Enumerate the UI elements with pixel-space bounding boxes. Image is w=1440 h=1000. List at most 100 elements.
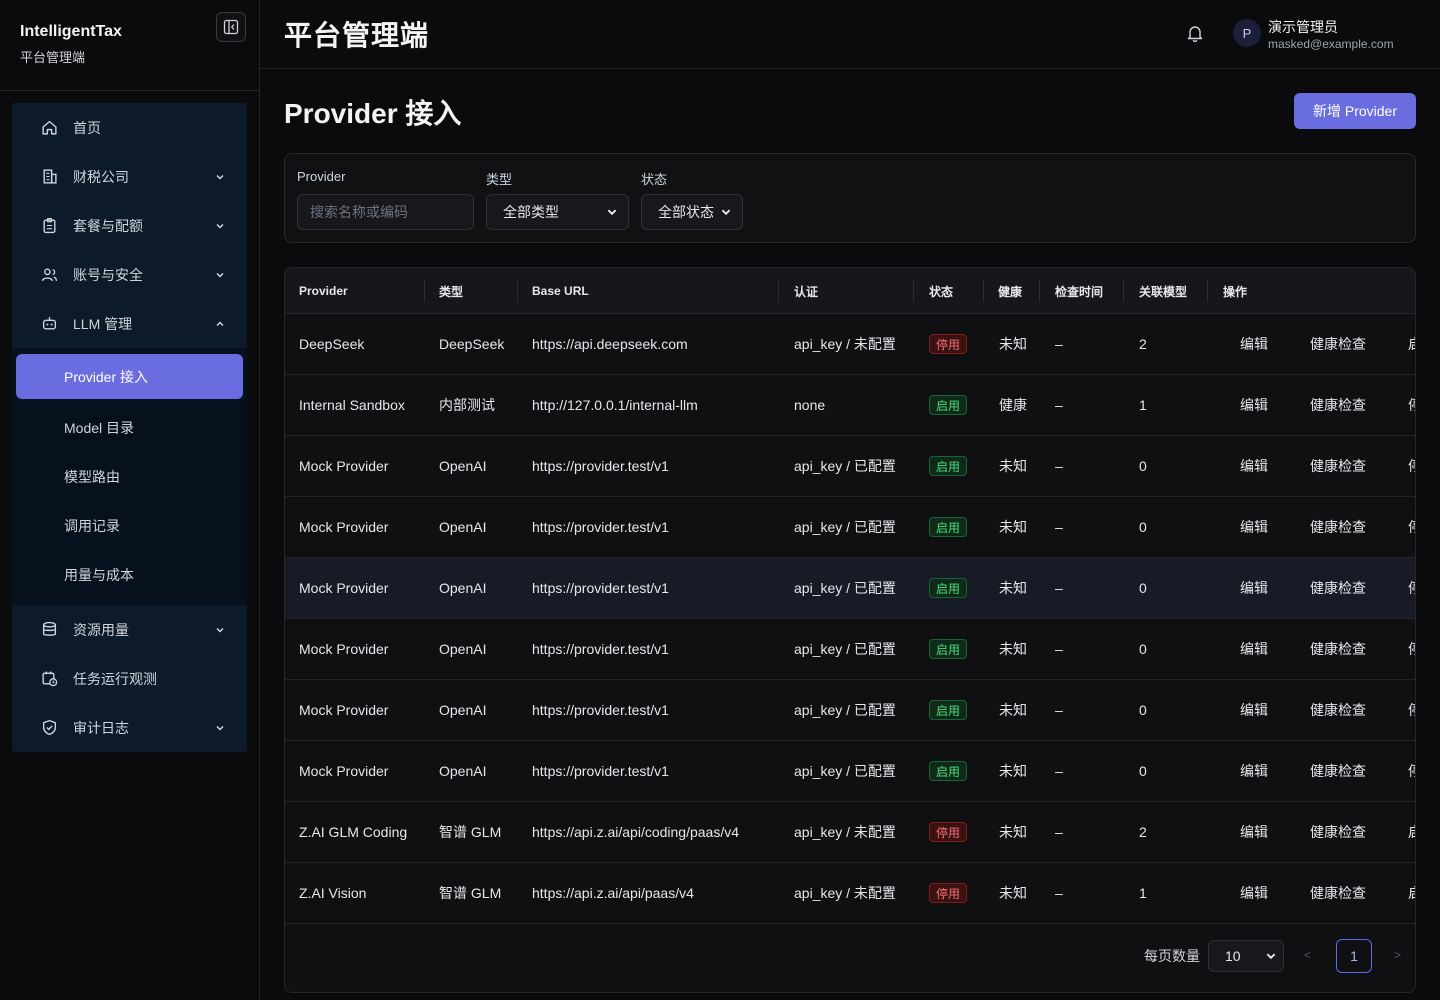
cell-checked-at: –: [1055, 763, 1063, 779]
type-filter-label: 类型: [486, 172, 513, 187]
health-check-button[interactable]: 健康检查: [1310, 802, 1366, 862]
column-header-type: 类型: [439, 284, 464, 299]
health-check-button[interactable]: 健康检查: [1310, 314, 1366, 374]
status-badge: 启用: [929, 395, 968, 415]
cell-linked-models: 0: [1139, 519, 1147, 535]
edit-button[interactable]: 编辑: [1240, 314, 1268, 374]
edit-button[interactable]: 编辑: [1240, 375, 1268, 435]
brand-name: IntelligentTax: [20, 23, 122, 40]
edit-button[interactable]: 编辑: [1240, 558, 1268, 618]
column-header-actions: 操作: [1223, 284, 1248, 299]
table-row: Z.AI GLM Coding 智谱 GLM https://api.z.ai/ap…: [285, 802, 1415, 863]
cell-type: OpenAI: [439, 763, 487, 779]
sidebar-item-accounts[interactable]: 账号与安全: [12, 250, 247, 299]
cell-linked-models: 0: [1139, 641, 1147, 657]
cell-auth: api_key / 未配置: [794, 824, 896, 840]
chevron-down-icon: [213, 721, 227, 735]
avatar[interactable]: P: [1233, 19, 1261, 47]
toggle-status-button[interactable]: 启: [1408, 863, 1415, 923]
status-badge: 启用: [929, 700, 968, 720]
sidebar-subitem-provider[interactable]: Provider 接入: [16, 354, 243, 399]
toggle-status-button[interactable]: 停: [1408, 680, 1415, 740]
toggle-status-button[interactable]: 停: [1408, 558, 1415, 618]
status-filter-select[interactable]: 全部状态: [641, 194, 743, 230]
cell-auth: none: [794, 397, 826, 413]
edit-button[interactable]: 编辑: [1240, 802, 1268, 862]
table-row: Mock Provider OpenAI https://provider.test…: [285, 619, 1415, 680]
cell-provider: Z.AI Vision: [299, 885, 367, 901]
health-check-button[interactable]: 健康检查: [1310, 680, 1366, 740]
column-header-health: 健康: [998, 284, 1023, 299]
cell-auth: api_key / 已配置: [794, 458, 896, 474]
toggle-status-button[interactable]: 启: [1408, 314, 1415, 374]
health-check-button[interactable]: 健康检查: [1310, 497, 1366, 557]
chevron-up-icon: [213, 317, 227, 331]
cell-checked-at: –: [1055, 580, 1063, 596]
health-check-button[interactable]: 健康检查: [1310, 741, 1366, 801]
provider-search-input[interactable]: 搜索名称或编码: [297, 194, 474, 230]
cell-health: 未知: [999, 702, 1027, 718]
cell-checked-at: –: [1055, 458, 1063, 474]
cell-checked-at: –: [1055, 702, 1063, 718]
prev-page-button[interactable]: <: [1304, 948, 1311, 962]
sidebar-item-audit-log[interactable]: 审计日志: [12, 703, 247, 752]
add-provider-button[interactable]: 新增 Provider: [1294, 93, 1416, 129]
sidebar-item-home[interactable]: 首页: [12, 103, 247, 152]
edit-button[interactable]: 编辑: [1240, 436, 1268, 496]
sidebar-item-task-monitor[interactable]: 任务运行观测: [12, 654, 247, 703]
sidebar-collapse-button[interactable]: [216, 12, 246, 42]
toggle-status-button[interactable]: 停: [1408, 436, 1415, 496]
page-number-current[interactable]: 1: [1336, 939, 1372, 973]
column-header-status: 状态: [929, 284, 954, 299]
cell-provider: DeepSeek: [299, 336, 365, 352]
cell-health: 未知: [999, 519, 1027, 535]
health-check-button[interactable]: 健康检查: [1310, 619, 1366, 679]
page-size-select[interactable]: 10: [1208, 940, 1284, 972]
cell-type: OpenAI: [439, 702, 487, 718]
cell-type: DeepSeek: [439, 336, 505, 352]
cell-status: 启用: [929, 558, 968, 618]
sidebar-subitem-model-catalog[interactable]: Model 目录: [16, 403, 243, 452]
chevron-down-icon: [213, 219, 227, 233]
toggle-status-button[interactable]: 停: [1408, 375, 1415, 435]
table-header: Provider 类型 Base URL 认证 状态 健康 检查时间 关联模型 …: [285, 268, 1415, 314]
toggle-status-button[interactable]: 停: [1408, 741, 1415, 801]
type-filter-select[interactable]: 全部类型: [486, 194, 629, 230]
brand-subtitle: 平台管理端: [20, 50, 86, 65]
edit-button[interactable]: 编辑: [1240, 863, 1268, 923]
cell-checked-at: –: [1055, 641, 1063, 657]
next-page-button[interactable]: >: [1394, 948, 1401, 962]
sidebar-collapse-icon: [223, 19, 239, 35]
column-header-linked-models: 关联模型: [1139, 284, 1188, 299]
toggle-status-button[interactable]: 停: [1408, 619, 1415, 679]
cell-base-url: https://provider.test/v1: [532, 763, 669, 779]
edit-button[interactable]: 编辑: [1240, 619, 1268, 679]
cell-provider: Z.AI GLM Coding: [299, 824, 408, 840]
cell-provider: Mock Provider: [299, 458, 389, 474]
notification-button[interactable]: [1185, 23, 1205, 43]
health-check-button[interactable]: 健康检查: [1310, 863, 1366, 923]
sidebar-item-tax-companies[interactable]: 财税公司: [12, 152, 247, 201]
toggle-status-button[interactable]: 启: [1408, 802, 1415, 862]
cell-health: 未知: [999, 580, 1027, 596]
cell-base-url: https://provider.test/v1: [532, 519, 669, 535]
table-row: Mock Provider OpenAI https://provider.test…: [285, 436, 1415, 497]
edit-button[interactable]: 编辑: [1240, 741, 1268, 801]
health-check-button[interactable]: 健康检查: [1310, 375, 1366, 435]
edit-button[interactable]: 编辑: [1240, 497, 1268, 557]
database-icon: [40, 621, 58, 639]
status-filter-value: 全部状态: [658, 204, 714, 220]
sidebar-subitem-model-routing[interactable]: 模型路由: [16, 452, 243, 501]
cell-auth: api_key / 已配置: [794, 641, 896, 657]
sidebar-item-plans[interactable]: 套餐与配额: [12, 201, 247, 250]
cell-status: 停用: [929, 863, 968, 923]
cell-base-url: https://provider.test/v1: [532, 580, 669, 596]
sidebar-subitem-call-logs[interactable]: 调用记录: [16, 501, 243, 550]
toggle-status-button[interactable]: 停: [1408, 497, 1415, 557]
sidebar-subitem-usage-cost[interactable]: 用量与成本: [16, 550, 243, 599]
health-check-button[interactable]: 健康检查: [1310, 558, 1366, 618]
sidebar-item-llm[interactable]: LLM 管理: [12, 299, 247, 348]
sidebar-item-resource-usage[interactable]: 资源用量: [12, 605, 247, 654]
edit-button[interactable]: 编辑: [1240, 680, 1268, 740]
health-check-button[interactable]: 健康检查: [1310, 436, 1366, 496]
